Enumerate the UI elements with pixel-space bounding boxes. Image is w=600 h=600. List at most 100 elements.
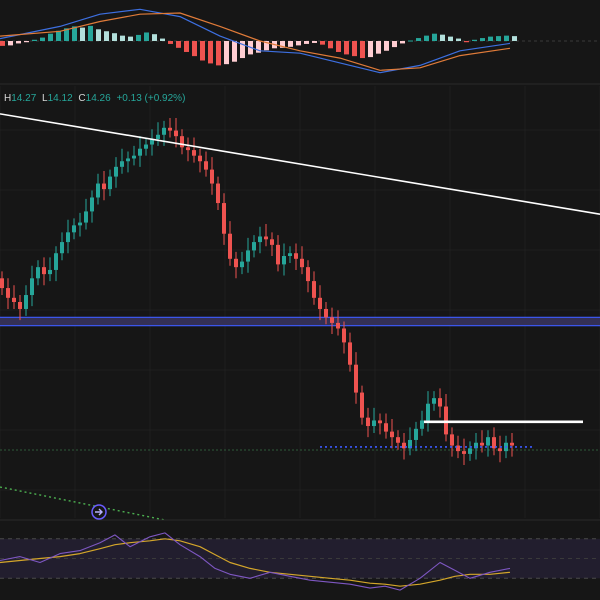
- candle-body: [0, 278, 4, 289]
- candle-body: [6, 288, 10, 298]
- candle-body: [90, 197, 94, 212]
- candle-body: [156, 134, 160, 139]
- candle-body: [54, 253, 58, 270]
- low-value: 14.12: [47, 93, 73, 104]
- candle-body: [468, 448, 472, 454]
- macd-histogram-bar: [472, 39, 477, 41]
- ohlc-legend: H14.27 L14.12 C14.26 +0.13 (+0.92%): [4, 93, 185, 104]
- candle-body: [144, 144, 148, 149]
- candle-body: [378, 420, 382, 424]
- candle-body: [24, 295, 28, 309]
- candle-body: [420, 420, 424, 429]
- macd-histogram-bar: [320, 41, 325, 45]
- high-value: 14.27: [11, 93, 37, 104]
- candle-body: [312, 281, 316, 298]
- candle-body: [498, 448, 502, 452]
- macd-histogram-bar: [296, 41, 301, 46]
- macd-histogram-bar: [456, 38, 461, 41]
- candle-body: [360, 392, 364, 418]
- candle-body: [300, 258, 304, 268]
- candle-body: [438, 398, 442, 407]
- macd-histogram-bar: [432, 33, 437, 41]
- macd-histogram-bar: [184, 41, 189, 52]
- candle-body: [174, 130, 178, 137]
- candle-body: [330, 317, 334, 323]
- macd-histogram-bar: [400, 41, 405, 44]
- macd-histogram-bar: [200, 41, 205, 61]
- candle-body: [348, 342, 352, 365]
- macd-histogram-bar: [40, 37, 45, 41]
- candle-body: [204, 161, 208, 170]
- candle-body: [138, 148, 142, 156]
- candle-body: [432, 398, 436, 404]
- candle-body: [30, 278, 34, 296]
- candle-body: [216, 183, 220, 204]
- macd-histogram-bar: [56, 30, 61, 41]
- macd-histogram-bar: [144, 32, 149, 41]
- candle-body: [462, 451, 466, 454]
- macd-histogram-bar: [504, 35, 509, 41]
- candle-body: [12, 297, 16, 302]
- macd-histogram-bar: [208, 41, 213, 64]
- candle-body: [510, 442, 514, 446]
- candle-body: [222, 203, 226, 234]
- candle-body: [318, 297, 322, 309]
- candle-body: [186, 147, 190, 151]
- trading-chart: [0, 0, 600, 600]
- candle-body: [246, 250, 250, 262]
- candle-body: [306, 267, 310, 282]
- macd-histogram-bar: [416, 38, 421, 41]
- close-label: C: [78, 93, 86, 104]
- candle-body: [264, 236, 268, 240]
- candle-body: [60, 242, 64, 254]
- candle-body: [78, 222, 82, 226]
- macd-histogram-bar: [224, 41, 229, 65]
- macd-histogram-bar: [160, 38, 165, 41]
- candle-body: [48, 269, 52, 275]
- macd-histogram-bar: [440, 34, 445, 41]
- candle-body: [42, 267, 46, 275]
- macd-histogram-bar: [352, 41, 357, 57]
- candle-body: [396, 437, 400, 443]
- candle-body: [168, 127, 172, 131]
- macd-histogram-bar: [136, 34, 141, 41]
- candle-body: [288, 253, 292, 257]
- candle-body: [72, 225, 76, 233]
- candle-body: [162, 127, 166, 135]
- candle-body: [108, 176, 112, 190]
- candle-body: [366, 417, 370, 427]
- candle-body: [96, 183, 100, 198]
- candle-body: [126, 158, 130, 162]
- macd-histogram-bar: [336, 41, 341, 52]
- macd-histogram-bar: [112, 33, 117, 41]
- candle-body: [276, 244, 280, 265]
- macd-histogram-bar: [304, 41, 309, 44]
- replay-arrow-icon[interactable]: [91, 504, 107, 520]
- macd-histogram-bar: [104, 31, 109, 41]
- macd-histogram-bar: [512, 36, 517, 41]
- candle-body: [486, 437, 490, 446]
- candle-body: [36, 267, 40, 279]
- macd-histogram-bar: [368, 41, 373, 58]
- macd-histogram-bar: [464, 41, 469, 43]
- macd-histogram-bar: [80, 27, 85, 41]
- macd-histogram-bar: [312, 41, 317, 43]
- macd-histogram-bar: [128, 36, 133, 41]
- macd-histogram-bar: [88, 25, 93, 41]
- supply-zone: [0, 317, 600, 326]
- macd-histogram-bar: [496, 36, 501, 41]
- candle-body: [252, 242, 256, 251]
- close-value: 14.26: [85, 93, 111, 104]
- candle-body: [294, 253, 298, 259]
- macd-histogram-bar: [96, 29, 101, 41]
- macd-histogram-bar: [328, 41, 333, 49]
- macd-histogram-bar: [176, 41, 181, 48]
- macd-histogram-bar: [448, 36, 453, 41]
- candle-body: [84, 211, 88, 223]
- macd-histogram-bar: [48, 33, 53, 41]
- low-label: L: [42, 93, 48, 104]
- macd-histogram-bar: [424, 35, 429, 41]
- macd-histogram-bar: [360, 41, 365, 59]
- candle-body: [336, 322, 340, 329]
- macd-histogram-bar: [120, 35, 125, 41]
